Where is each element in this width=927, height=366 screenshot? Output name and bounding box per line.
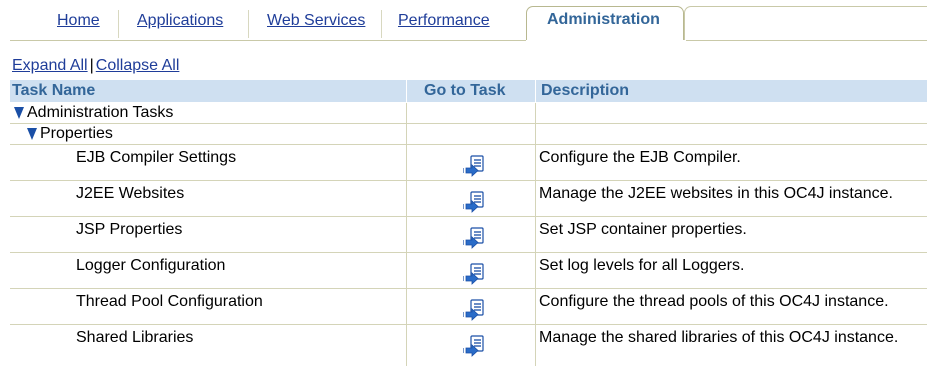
tab-administration[interactable]: Administration: [526, 6, 684, 40]
tree-node-label: Properties: [40, 125, 113, 142]
task-description: Set log levels for all Loggers.: [539, 257, 745, 274]
task-description: Configure the thread pools of this OC4J …: [539, 293, 889, 310]
description-cell: [535, 124, 927, 144]
tab-administration-label: Administration: [547, 11, 660, 28]
tab-applications[interactable]: Applications: [137, 6, 223, 40]
go-to-task-icon[interactable]: [463, 263, 485, 285]
task-description: Configure the EJB Compiler.: [539, 149, 741, 166]
tab-bar-filler: [684, 6, 927, 40]
tab-separator: [118, 10, 119, 38]
table-row-administration-tasks: Administration Tasks: [10, 103, 927, 124]
table-header: Task Name Go to Task Description: [10, 80, 927, 102]
tab-home[interactable]: Home: [57, 6, 100, 40]
task-name: J2EE Websites: [76, 185, 185, 202]
table-row: EJB Compiler Settings Configure the EJB …: [10, 145, 927, 181]
table-row: Logger Configuration Set log levels for …: [10, 253, 927, 289]
table-row-properties: Properties: [10, 124, 927, 145]
task-name: Shared Libraries: [76, 329, 194, 346]
go-to-task-header: Go to Task: [424, 82, 506, 99]
go-to-task-icon[interactable]: [463, 227, 485, 249]
table-row: Thread Pool Configuration Configure the …: [10, 289, 927, 325]
task-description: Manage the shared libraries of this OC4J…: [539, 329, 899, 346]
task-name: JSP Properties: [76, 221, 183, 238]
table-row: J2EE Websites Manage the J2EE websites i…: [10, 181, 927, 217]
task-name: EJB Compiler Settings: [76, 149, 237, 166]
tab-separator: [381, 10, 382, 38]
description-cell: [535, 103, 927, 123]
description-header: Description: [541, 82, 630, 99]
tab-baseline: [10, 40, 526, 41]
table-row: Shared Libraries Manage the shared libra…: [10, 325, 927, 366]
task-description: Set JSP container properties.: [539, 221, 747, 238]
expanded-triangle-icon[interactable]: [27, 128, 37, 140]
tab-bar: Home Applications Web Services Performan…: [0, 0, 927, 42]
column-separator: [406, 80, 407, 102]
expanded-triangle-icon[interactable]: [14, 107, 24, 119]
task-description: Manage the J2EE websites in this OC4J in…: [539, 185, 893, 202]
go-to-task-icon[interactable]: [463, 335, 485, 357]
expand-collapse-controls: Expand All | Collapse All: [12, 57, 179, 75]
task-name: Logger Configuration: [76, 257, 226, 274]
tab-separator: [248, 10, 249, 38]
go-to-task-icon[interactable]: [463, 299, 485, 321]
task-name: Thread Pool Configuration: [76, 293, 263, 310]
column-separator: [535, 80, 536, 102]
go-to-task-cell: [406, 103, 535, 123]
link-separator: |: [89, 57, 94, 74]
collapse-all-link[interactable]: Collapse All: [96, 57, 180, 74]
go-to-task-icon[interactable]: [463, 191, 485, 213]
go-to-task-cell: [406, 124, 535, 144]
tree-node-label: Administration Tasks: [27, 104, 174, 121]
tab-baseline: [686, 40, 927, 41]
expand-all-link[interactable]: Expand All: [12, 57, 88, 74]
task-name-header: Task Name: [12, 82, 96, 99]
tab-performance[interactable]: Performance: [398, 6, 490, 40]
tab-web-services[interactable]: Web Services: [267, 6, 365, 40]
go-to-task-icon[interactable]: [463, 155, 485, 177]
table-row: JSP Properties Set JSP container propert…: [10, 217, 927, 253]
